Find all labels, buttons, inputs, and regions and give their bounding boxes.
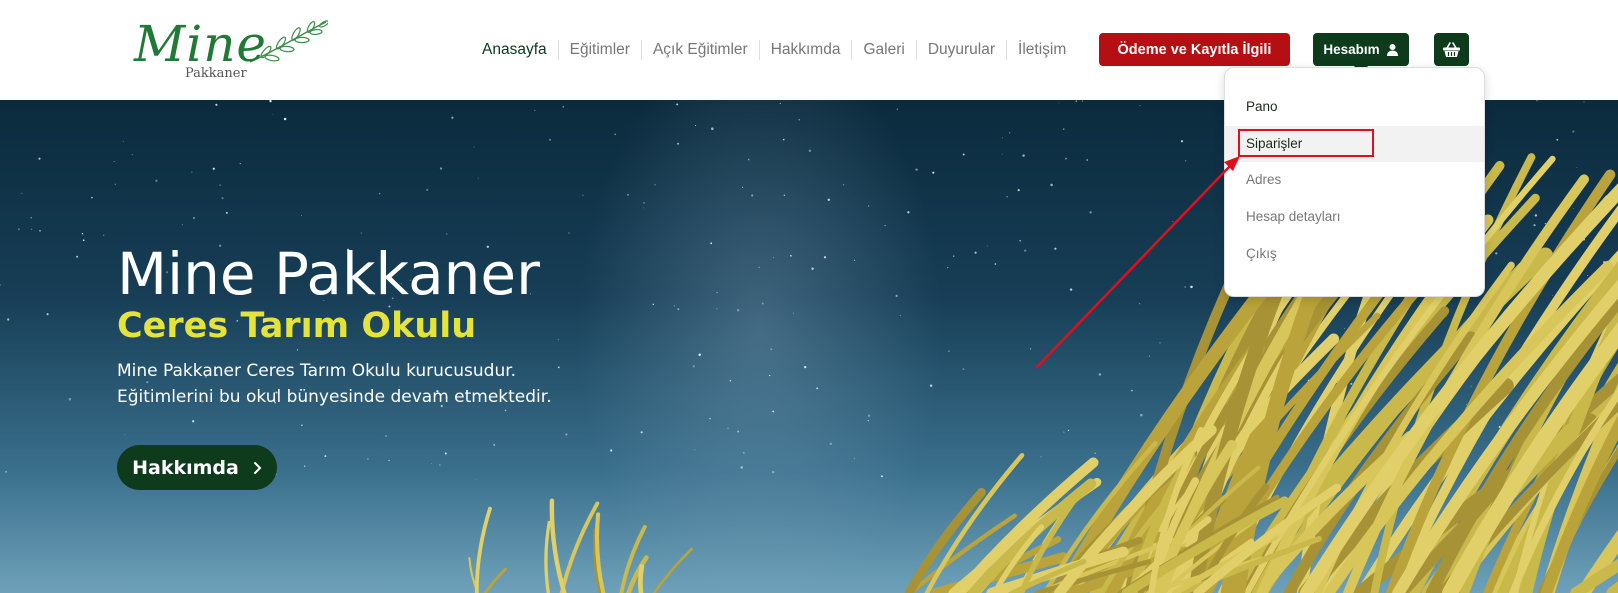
logo-subtext: Pakkaner [185,66,247,81]
grass-blade [474,506,492,593]
nav-item-galeri[interactable]: Galeri [852,40,917,60]
account-button-label: Hesabım [1323,42,1380,57]
hero-about-button[interactable]: Hakkımda [117,445,277,490]
grass-blade [549,498,567,593]
nav-item-iletisim[interactable]: İletişim [1007,40,1077,60]
hero-subtitle: Ceres Tarım Okulu [117,306,477,346]
basket-icon [1443,41,1460,57]
nav-item-egitimler[interactable]: Eğitimler [559,40,642,60]
grass-blade [559,501,600,593]
user-icon [1386,44,1398,56]
account-dropdown-menu: Pano Siparişler Adres Hesap detayları Çı… [1224,67,1485,297]
menu-item-cikis[interactable]: Çıkış [1225,236,1484,272]
nav-item-hakkimda[interactable]: Hakkımda [760,40,853,60]
account-button[interactable]: Hesabım [1313,33,1409,73]
grass-blade [544,520,551,593]
grass-blade [483,567,507,593]
logo-script-text: Mine [134,15,267,73]
grass-blade [652,547,694,593]
site-logo[interactable]: Mine Pakkaner [130,14,330,86]
chevron-right-icon [253,461,262,474]
cart-button[interactable] [1434,33,1469,66]
menu-item-adres[interactable]: Adres [1225,162,1484,198]
main-nav: Anasayfa Eğitimler Açık Eğitimler Hakkım… [475,38,1077,62]
nav-item-duyurular[interactable]: Duyurular [917,40,1008,60]
payment-registration-button[interactable]: Ödeme ve Kayıtla İlgili [1099,33,1290,66]
grass-blade [637,564,645,593]
hero-button-label: Hakkımda [132,456,239,479]
annotation-highlight-box [1238,129,1374,157]
menu-item-hesap-detaylari[interactable]: Hesap detayları [1225,199,1484,235]
hero-description: Mine Pakkaner Ceres Tarım Okulu kurucusu… [117,361,552,407]
menu-item-pano[interactable]: Pano [1225,89,1484,125]
payment-button-label: Ödeme ve Kayıtla İlgili [1117,41,1272,58]
hero-title: Mine Pakkaner [117,240,540,308]
nav-item-anasayfa[interactable]: Anasayfa [475,40,559,60]
nav-item-acik-egitimler[interactable]: Açık Eğitimler [642,40,760,60]
